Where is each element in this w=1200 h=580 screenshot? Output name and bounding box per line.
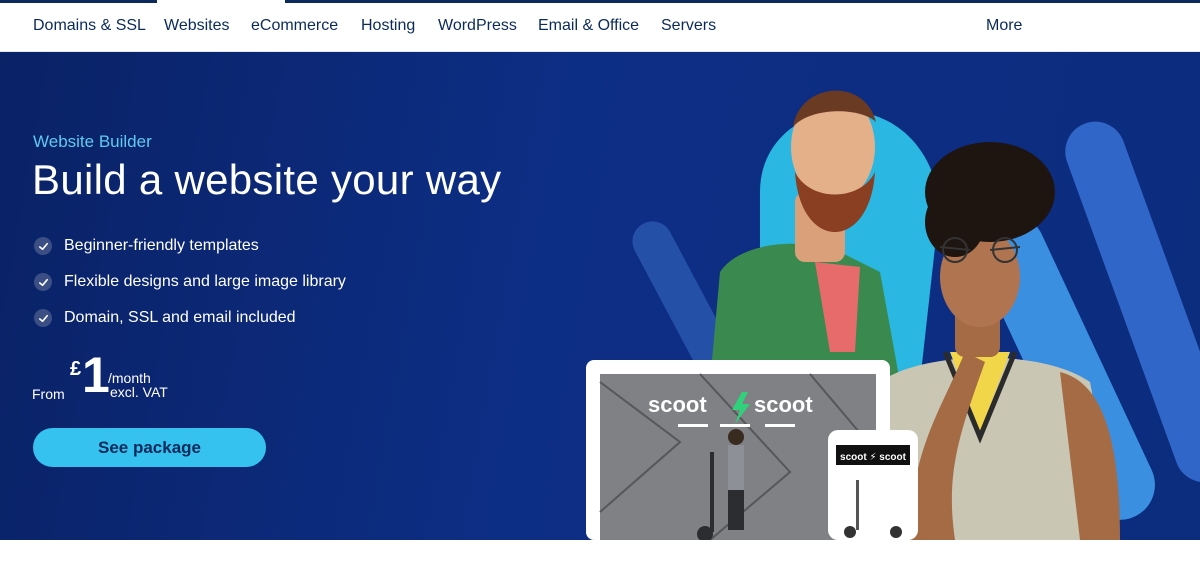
feature-item: Domain, SSL and email included: [34, 300, 346, 336]
see-package-button[interactable]: See package: [33, 428, 266, 467]
feature-text: Flexible designs and large image library: [64, 273, 346, 290]
check-icon: [34, 237, 52, 255]
hero-illustration: scoot scoot scoot ⚡ scoot: [586, 90, 1200, 540]
check-icon: [34, 273, 52, 291]
hero-headline: Build a website your way: [32, 156, 502, 203]
price-amount: 1: [82, 347, 110, 403]
check-icon: [34, 309, 52, 327]
feature-text: Beginner-friendly templates: [64, 237, 259, 254]
page-below-hero: [0, 540, 1200, 580]
laptop-brand-left: scoot: [648, 392, 707, 417]
nav-item-websites[interactable]: Websites: [164, 17, 230, 35]
phone-brand: scoot ⚡ scoot: [840, 452, 907, 463]
laptop-brand-right: scoot: [754, 392, 813, 417]
nav-item-hosting[interactable]: Hosting: [361, 17, 415, 35]
nav-item-wordpress[interactable]: WordPress: [438, 17, 517, 35]
price-vat-note: excl. VAT: [110, 384, 168, 400]
hero-eyebrow: Website Builder: [33, 132, 152, 151]
nav-item-email-office[interactable]: Email & Office: [538, 17, 639, 35]
feature-item: Flexible designs and large image library: [34, 264, 346, 300]
nav-item-servers[interactable]: Servers: [661, 17, 716, 35]
feature-list: Beginner-friendly templates Flexible des…: [34, 228, 346, 336]
feature-item: Beginner-friendly templates: [34, 228, 346, 264]
price-from-label: From: [32, 386, 65, 402]
feature-text: Domain, SSL and email included: [64, 309, 296, 326]
nav-item-ecommerce[interactable]: eCommerce: [251, 17, 338, 35]
price-currency: £: [70, 358, 82, 380]
phone-mockup: scoot ⚡ scoot: [828, 430, 918, 540]
main-nav: Domains & SSL Websites eCommerce Hosting…: [0, 3, 1200, 52]
hero-banner: Website Builder Build a website your way…: [0, 52, 1200, 540]
price-block: From £ 1 /month excl. VAT: [32, 350, 232, 410]
nav-item-domains-ssl[interactable]: Domains & SSL: [33, 17, 146, 35]
nav-item-more[interactable]: More: [986, 17, 1022, 35]
